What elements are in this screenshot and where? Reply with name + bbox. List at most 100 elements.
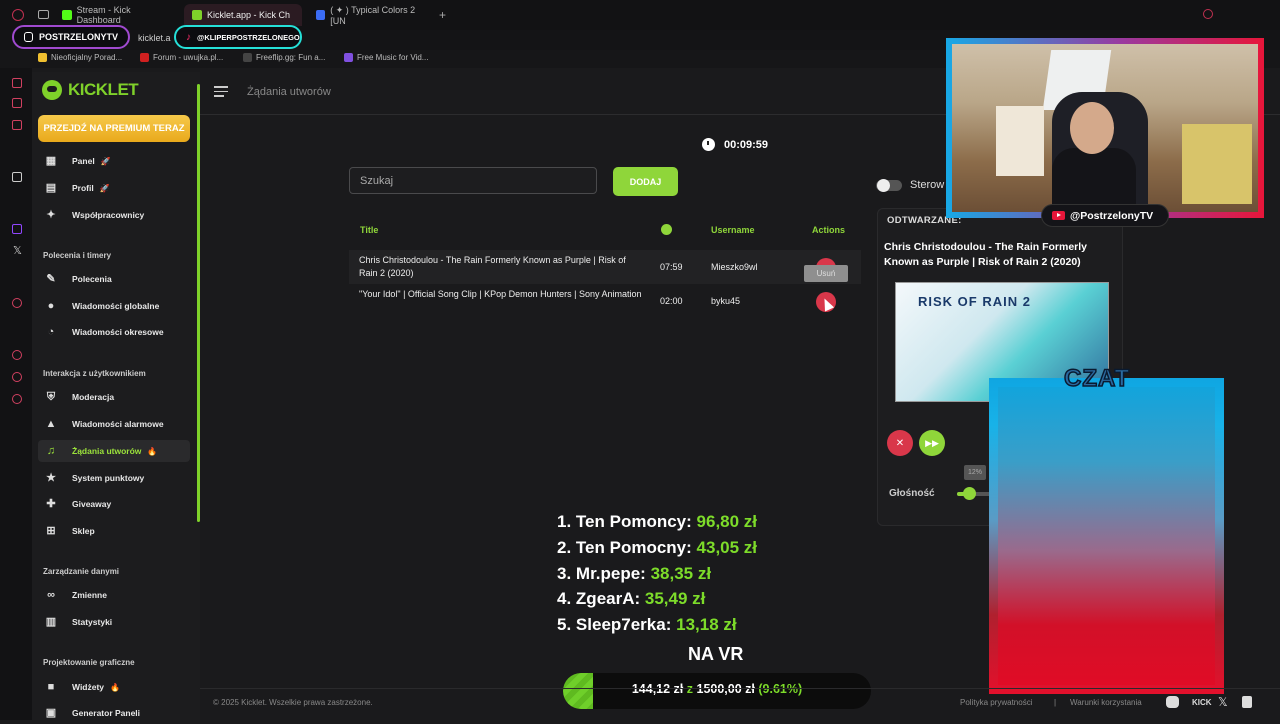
sidebar: KICKLET PRZEJDŹ NA PREMIUM TERAZ ▦ Panel 🚀…: [32, 72, 200, 720]
terms-link[interactable]: Warunki korzystania: [1070, 698, 1142, 707]
sidebar-item-statistics[interactable]: ▥ Statystyki: [38, 611, 190, 633]
bookmark-icon: [140, 53, 149, 62]
chart-icon: ▥: [45, 616, 57, 628]
twitch-icon[interactable]: [12, 224, 22, 234]
cart-icon: ⊞: [46, 525, 56, 537]
new-tab-button[interactable]: +: [439, 8, 446, 22]
rail-app-icon[interactable]: [12, 78, 22, 88]
footer-separator: |: [1054, 698, 1057, 707]
document-icon[interactable]: [1242, 696, 1252, 708]
tab-overview-icon[interactable]: [38, 10, 49, 19]
rail-app-icon[interactable]: [12, 350, 22, 360]
volume-slider-handle[interactable]: [963, 487, 976, 500]
bookmark-icon: [38, 53, 47, 62]
control-toggle[interactable]: [876, 179, 902, 192]
sidebar-item-panel-generator[interactable]: ▣ Generator Paneli: [38, 702, 190, 724]
sidebar-item-profil[interactable]: ▤ Profil 🚀: [38, 177, 190, 199]
webcam-streamer-body: [1052, 148, 1136, 212]
column-header-username: Username: [711, 225, 755, 235]
tab-typical-colors[interactable]: ( ✦ ) Typical Colors 2 [UN: [308, 4, 433, 26]
rail-app-icon[interactable]: [12, 372, 22, 382]
webcam-dresser: [996, 106, 1044, 176]
bookmark-3[interactable]: Freeflip.gg: Fun a...: [243, 53, 325, 62]
leaderboard-name: Sleep7erka:: [575, 615, 672, 635]
webcam-streamer-face: [1070, 102, 1114, 154]
bookmark-2[interactable]: Forum - uwujka.pl...: [140, 53, 223, 62]
gift-icon: ✚: [46, 498, 56, 510]
toggle-label: Sterow: [910, 179, 945, 191]
kicklet-logo-icon: [42, 80, 62, 100]
sidebar-item-global-messages[interactable]: ● Wiadomości globalne: [38, 295, 190, 317]
column-header-title: Title: [360, 225, 379, 235]
sidebar-item-label: Moderacja: [72, 392, 115, 402]
sidebar-item-shop[interactable]: ⊞ Sklep: [38, 520, 190, 542]
song-duration: 02:00: [660, 296, 683, 306]
sidebar-item-points[interactable]: ★ System punktowy: [38, 467, 190, 489]
sidebar-item-commands[interactable]: ✎ Polecenia: [38, 268, 190, 290]
now-playing-title: Chris Christodoulou - The Rain Formerly …: [884, 241, 1088, 268]
webcam-bed: [1182, 124, 1252, 204]
bookmark-icon: [243, 53, 252, 62]
copyright-text: © 2025 Kicklet. Wszelkie prawa zastrzeżo…: [213, 698, 373, 707]
bookmark-label: Forum - uwujka.pl...: [153, 53, 224, 62]
leaderboard-name: ZgearA:: [575, 589, 641, 609]
tab-kick-dashboard[interactable]: Stream - Kick Dashboard: [54, 4, 182, 26]
sidebar-item-widgets[interactable]: ■ Widżety 🔥: [38, 676, 190, 698]
settings-icon[interactable]: [12, 394, 22, 404]
video-icon: ■: [47, 681, 55, 693]
duration-column-clock-icon: [661, 224, 672, 235]
tiktok-handle-pill: ♪ @KLIPERPOSTRZELONEGO: [174, 25, 302, 49]
sidebar-scrollbar[interactable]: [197, 84, 200, 522]
thumbnail-game-logo: RISK OF RAIN 2: [918, 294, 1031, 309]
logo-text: KICKLET: [68, 80, 139, 99]
fire-badge: 🔥: [147, 447, 158, 456]
rail-app-icon[interactable]: [12, 172, 22, 182]
bookmark-1[interactable]: Nieoficjalny Porad...: [38, 53, 122, 62]
privacy-link[interactable]: Polityka prywatności: [960, 698, 1032, 707]
music-icon: ♫: [46, 445, 56, 457]
browser-menu-icon[interactable]: [12, 9, 24, 21]
browser-side-rail: 𝕏: [0, 68, 32, 720]
chat-overlay-area: [998, 387, 1215, 685]
x-footer-icon[interactable]: 𝕏: [1218, 695, 1228, 709]
song-title: "Your Idol" | Official Song Clip | KPop …: [359, 289, 642, 299]
sidebar-item-panel[interactable]: ▦ Panel 🚀: [38, 150, 190, 172]
tiktok-icon: ♪: [186, 31, 191, 43]
globe-icon: ●: [47, 300, 55, 312]
tab-kicklet[interactable]: Kicklet.app - Kick Ch: [184, 4, 302, 26]
leaderboard-entry: 1. Ten Pomoncy: 96,80 zł: [557, 509, 757, 535]
webcam-feed: [952, 44, 1258, 212]
rail-app-icon[interactable]: [12, 298, 22, 308]
bookmark-4[interactable]: Free Music for Vid...: [344, 53, 428, 62]
sidebar-item-periodic-messages[interactable]: ◔ Wiadomości okresowe: [38, 321, 190, 343]
sidebar-item-song-requests[interactable]: ♫ Żądania utworów 🔥: [38, 440, 190, 462]
tab-label: Kicklet.app - Kick Ch: [207, 10, 291, 20]
leaderboard-rank: 2.: [557, 537, 572, 557]
sidebar-item-label: Wiadomości globalne: [72, 301, 160, 311]
grid-icon: ▦: [45, 155, 57, 167]
leaderboard-name: Mr.pepe:: [575, 563, 646, 583]
discord-icon[interactable]: [1166, 696, 1179, 708]
kick-link[interactable]: KICK: [1192, 698, 1212, 707]
premium-button[interactable]: PRZEJDŹ NA PREMIUM TERAZ: [38, 115, 190, 142]
link-icon: ∞: [47, 589, 55, 601]
sidebar-item-giveaway[interactable]: ✚ Giveaway: [38, 493, 190, 515]
sidebar-item-moderation[interactable]: ⛨ Moderacja: [38, 386, 190, 408]
sidebar-item-variables[interactable]: ∞ Zmienne: [38, 584, 190, 606]
search-input[interactable]: [349, 167, 597, 194]
add-button[interactable]: DODAJ: [613, 167, 678, 196]
bookmark-label: Free Music for Vid...: [357, 53, 429, 62]
rail-app-icon[interactable]: [12, 120, 22, 130]
x-icon[interactable]: 𝕏: [13, 244, 22, 257]
menu-toggle-icon[interactable]: [214, 86, 228, 98]
sidebar-item-collaborators[interactable]: ✦ Współpracownicy: [38, 204, 190, 226]
remove-current-button[interactable]: ✕: [887, 430, 913, 456]
rocket-badge: 🚀: [99, 184, 110, 193]
skip-next-button[interactable]: ▶▶: [919, 430, 945, 456]
collaborators-icon: ✦: [46, 209, 56, 221]
rail-app-icon[interactable]: [12, 98, 22, 108]
kicklet-logo[interactable]: KICKLET: [42, 80, 139, 100]
queue-timer: 00:09:59: [702, 138, 768, 151]
sidebar-item-alerts[interactable]: ▲ Wiadomości alarmowe: [38, 413, 190, 435]
search-tabs-icon[interactable]: [1203, 9, 1213, 19]
